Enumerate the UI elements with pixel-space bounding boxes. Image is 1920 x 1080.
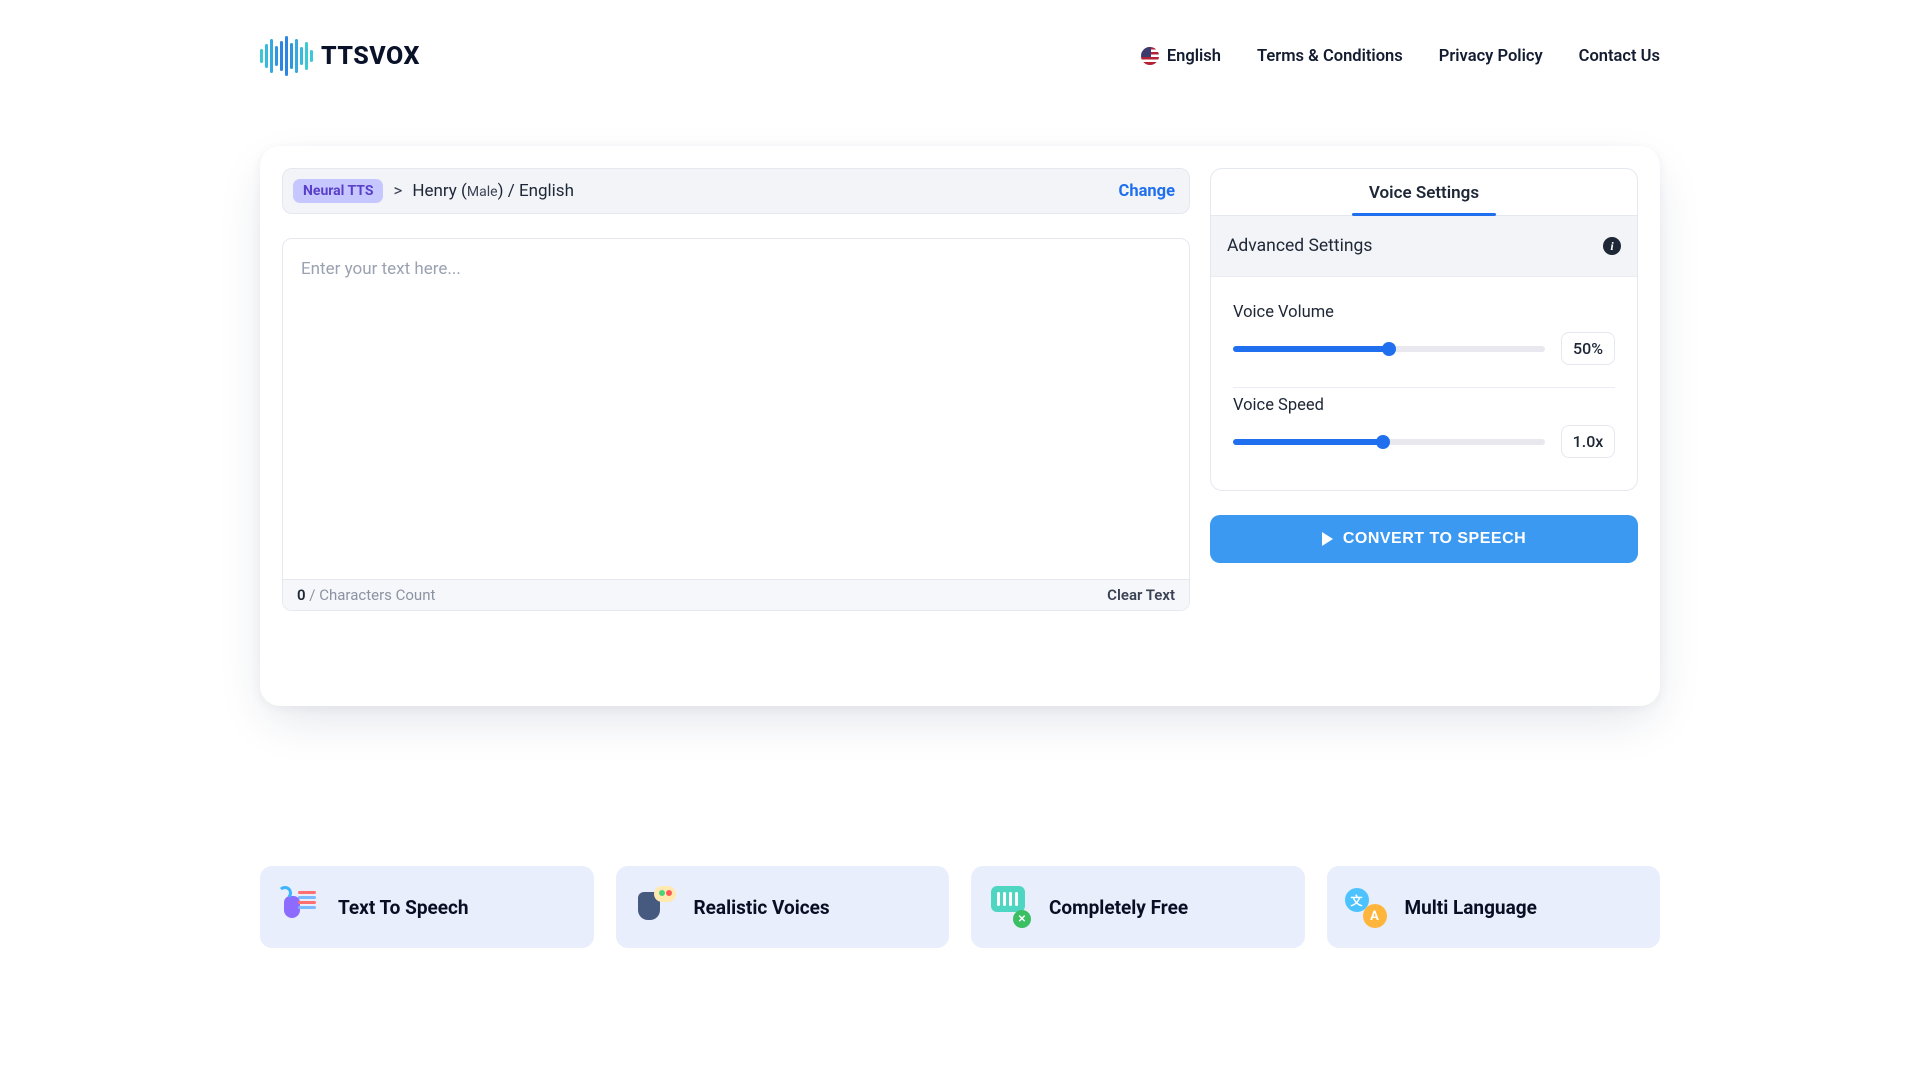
language-label: English [1167,47,1221,66]
multilang-icon [1345,886,1387,928]
nav-privacy[interactable]: Privacy Policy [1439,47,1543,66]
tts-icon [278,886,320,928]
feature-multilang-label: Multi Language [1405,896,1537,919]
nav-contact[interactable]: Contact Us [1579,47,1660,66]
feature-tts: Text To Speech [260,866,594,948]
header: TTSVOX English Terms & Conditions Privac… [0,0,1920,90]
clear-text-button[interactable]: Clear Text [1107,586,1175,604]
feature-multilang: Multi Language [1327,866,1661,948]
text-editor: 0 / Characters Count Clear Text [282,238,1190,611]
feature-free: Completely Free [971,866,1305,948]
voice-volume-label: Voice Volume [1233,303,1615,322]
voice-speed-slider[interactable] [1233,439,1545,445]
logo-wave-icon [260,36,313,76]
voice-speed-value: 1.0x [1561,425,1615,458]
neural-tts-badge: Neural TTS [293,179,383,203]
info-icon[interactable]: i [1603,237,1621,255]
advanced-settings-title: Advanced Settings [1227,236,1372,256]
convert-to-speech-button[interactable]: CONVERT TO SPEECH [1210,515,1638,563]
nav-terms[interactable]: Terms & Conditions [1257,47,1403,66]
language-switcher[interactable]: English [1141,47,1221,66]
voice-volume-value: 50% [1561,332,1615,365]
char-count-label: Characters Count [319,586,435,604]
editor-footer: 0 / Characters Count Clear Text [283,579,1189,610]
voice-speed-label: Voice Speed [1233,396,1615,415]
change-voice-link[interactable]: Change [1119,182,1175,201]
voice-speed-row: Voice Speed 1.0x [1233,388,1615,480]
voices-icon [634,886,676,928]
voice-settings-tab[interactable]: Voice Settings [1211,169,1637,216]
text-input[interactable] [283,239,1189,579]
logo[interactable]: TTSVOX [260,36,420,76]
convert-button-label: CONVERT TO SPEECH [1343,530,1526,548]
converter-card: Neural TTS > Henry (Male) / English Chan… [260,146,1660,706]
feature-tts-label: Text To Speech [338,896,469,919]
voice-volume-slider[interactable] [1233,346,1545,352]
feature-voices-label: Realistic Voices [694,896,830,919]
selected-voice-name: Henry [412,181,456,201]
voice-volume-row: Voice Volume 50% [1233,295,1615,388]
feature-voices: Realistic Voices [616,866,950,948]
feature-free-label: Completely Free [1049,896,1188,919]
voice-selection-bar: Neural TTS > Henry (Male) / English Chan… [282,168,1190,214]
character-counter: 0 / Characters Count [297,586,435,604]
advanced-settings-header: Advanced Settings i [1211,216,1637,277]
voice-settings-panel: Voice Settings Advanced Settings i Voice… [1210,168,1638,491]
feature-tiles: Text To Speech Realistic Voices Complete… [0,706,1920,948]
free-icon [989,886,1031,928]
voice-bar-separator: > [393,181,402,201]
selected-voice-gender: Male [467,184,498,200]
play-icon [1322,532,1333,546]
char-count-sep: / [306,586,320,604]
main-nav: English Terms & Conditions Privacy Polic… [1141,47,1660,66]
selected-voice-lang: English [519,181,574,201]
logo-text: TTSVOX [321,42,420,71]
selected-voice: Henry (Male) / English [412,181,574,201]
flag-us-icon [1141,47,1159,65]
char-count-value: 0 [297,586,306,604]
